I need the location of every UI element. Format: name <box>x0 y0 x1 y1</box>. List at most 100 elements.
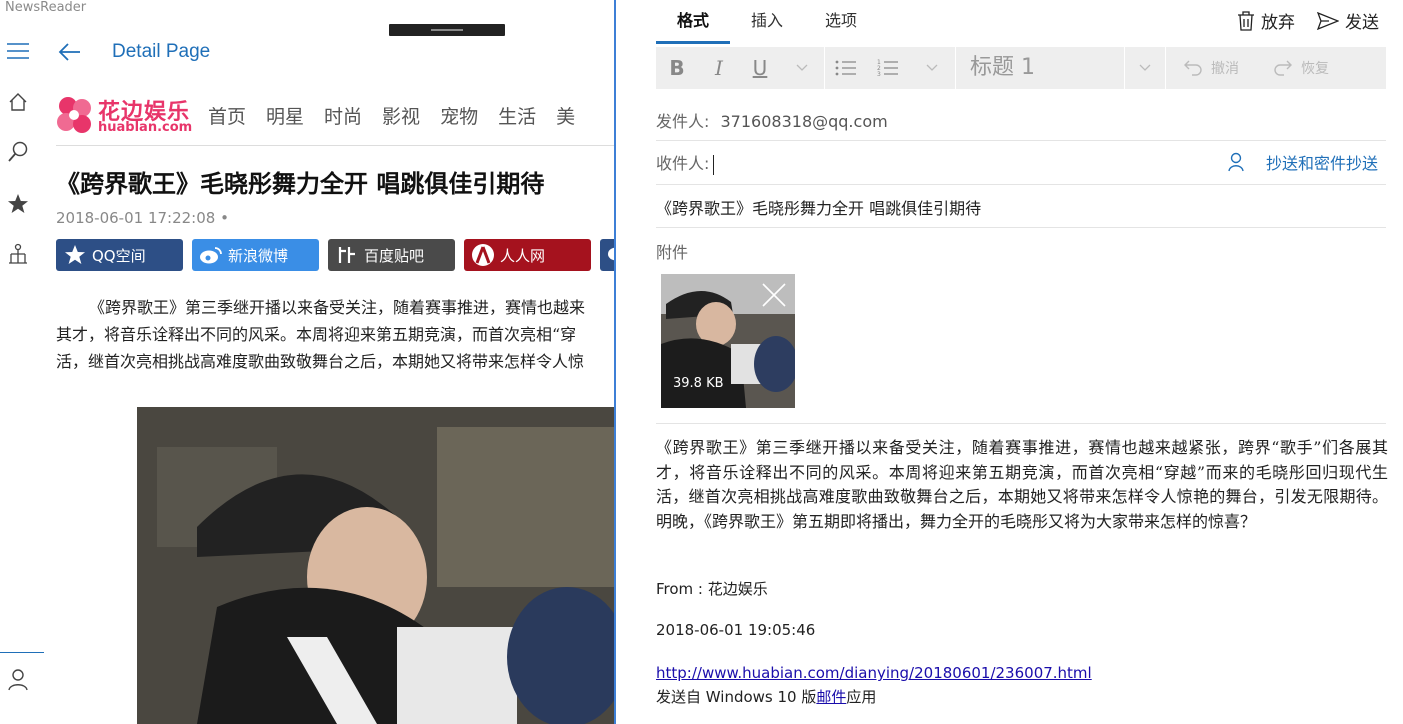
share-qzone-label: QQ空间 <box>92 246 146 265</box>
flower-logo-icon <box>57 97 91 133</box>
bulleted-list-icon[interactable] <box>825 47 867 89</box>
svg-text:3: 3 <box>877 71 881 78</box>
split-drag-handle[interactable] <box>389 24 505 36</box>
wechat-icon <box>606 244 614 266</box>
subject-field[interactable]: 《跨界歌王》毛晓彤舞力全开 唱跳俱佳引期待 <box>656 199 981 218</box>
site-nav-fashion[interactable]: 时尚 <box>324 102 362 129</box>
site-header: 花边娱乐 huablan.com 首页 明星 时尚 影视 宠物 生活 美 <box>56 92 614 146</box>
to-row: 收件人: 抄送和密件抄送 <box>656 150 1386 185</box>
text-caret <box>713 154 715 175</box>
article-paragraph-line: 活，继首次亮相挑战高难度歌曲致敬舞台之后，本期她又将带来怎样令人惊 <box>56 352 585 371</box>
share-weibo-button[interactable]: 新浪微博 <box>192 239 319 271</box>
site-nav-life[interactable]: 生活 <box>498 102 536 129</box>
account-icon[interactable] <box>0 662 36 698</box>
bold-button[interactable]: B <box>656 47 698 89</box>
message-body[interactable]: 《跨界歌王》第三季继开播以来备受关注，随着赛事推进，赛情也越来越紧张，跨界“歌手… <box>656 436 1388 534</box>
article-paragraph-line: 《跨界歌王》第三季继开播以来备受关注，随着赛事推进，赛情也越来 <box>89 298 586 317</box>
heading-style-select[interactable]: 标题 1 <box>970 52 1124 84</box>
nav-rail <box>0 36 44 724</box>
article-paragraph-line: 其才，将音乐诠释出不同的风采。本周将迎来第五期竞演，而首次亮相“穿 <box>56 325 577 344</box>
numbered-list-icon[interactable]: 123 <box>867 47 909 89</box>
undo-button[interactable]: 撤消 <box>1166 47 1256 89</box>
message-source: From : 花边娱乐 <box>656 580 768 598</box>
format-toolbar: B I U 123 标题 1 撤消 恢复 <box>656 47 1386 89</box>
font-options-chevron-down-icon[interactable] <box>780 47 824 89</box>
site-nav-stars[interactable]: 明星 <box>266 102 304 129</box>
mail-footer: 发送自 Windows 10 版邮件应用 <box>656 686 876 707</box>
settings-icon[interactable] <box>0 712 36 724</box>
share-wechat-button[interactable] <box>600 239 614 271</box>
tab-insert[interactable]: 插入 <box>730 10 804 44</box>
toolbar-separator <box>955 47 956 89</box>
huabian-logo[interactable]: 花边娱乐 huablan.com <box>56 94 196 140</box>
attachments-divider <box>656 423 1386 424</box>
from-label: 发件人: <box>656 112 710 131</box>
tab-options[interactable]: 选项 <box>804 10 878 44</box>
share-buttons: QQ空间 新浪微博 百度贴吧 人人网 <box>56 239 614 271</box>
site-nav-beauty[interactable]: 美 <box>556 102 575 129</box>
article-link[interactable]: http://www.huabian.com/dianying/20180601… <box>656 664 1092 682</box>
list-options-chevron-down-icon[interactable] <box>909 47 955 89</box>
brand-name-en: huablan.com <box>98 120 193 135</box>
mail-app-link[interactable]: 邮件 <box>816 688 846 706</box>
message-sent-time: 2018-06-01 19:05:46 <box>656 621 816 639</box>
discard-button[interactable]: 放弃 <box>1237 8 1295 33</box>
redo-icon <box>1273 59 1293 77</box>
share-qzone-button[interactable]: QQ空间 <box>56 239 183 271</box>
site-nav-film[interactable]: 影视 <box>382 102 420 129</box>
from-row: 发件人: 371608318@qq.com <box>656 108 1386 141</box>
from-field[interactable]: 371608318@qq.com <box>721 112 888 131</box>
redo-label: 恢复 <box>1301 61 1329 77</box>
hamburger-menu-icon[interactable] <box>0 33 36 69</box>
send-label: 发送 <box>1345 13 1379 33</box>
share-renren-button[interactable]: 人人网 <box>464 239 591 271</box>
back-arrow-icon[interactable] <box>52 37 86 67</box>
cc-bcc-label: 抄送和密件抄送 <box>1265 154 1378 173</box>
weibo-icon <box>198 244 224 266</box>
home-icon[interactable] <box>0 84 36 120</box>
send-button[interactable]: 发送 <box>1317 8 1379 33</box>
remove-attachment-close-icon[interactable] <box>761 282 787 312</box>
article-body: 《跨界歌王》第三季继开播以来备受关注，随着赛事推进，赛情也越来 其才，将音乐诠释… <box>56 294 614 375</box>
redo-button[interactable]: 恢复 <box>1256 47 1346 89</box>
share-tieba-button[interactable]: 百度贴吧 <box>328 239 455 271</box>
discard-label: 放弃 <box>1261 13 1295 33</box>
trash-icon <box>1237 10 1255 31</box>
attachments-label: 附件 <box>656 243 689 262</box>
search-icon[interactable] <box>0 134 36 170</box>
underline-button[interactable]: U <box>740 47 780 89</box>
italic-button[interactable]: I <box>698 47 740 89</box>
network-icon[interactable] <box>0 236 36 272</box>
undo-label: 撤消 <box>1211 61 1239 77</box>
page-title: Detail Page <box>112 41 211 62</box>
cc-bcc-button[interactable]: 抄送和密件抄送 <box>1228 150 1378 174</box>
share-tieba-label: 百度贴吧 <box>364 246 425 265</box>
page-header: Detail Page <box>52 36 210 68</box>
footer-suffix: 应用 <box>846 688 877 706</box>
share-renren-label: 人人网 <box>500 246 546 265</box>
renren-icon <box>470 244 496 266</box>
site-nav-home[interactable]: 首页 <box>208 102 246 129</box>
ribbon-tabs: 格式 插入 选项 <box>656 10 878 44</box>
compose-actions: 放弃 发送 <box>1215 8 1379 33</box>
app-title: NewsReader <box>5 0 87 15</box>
send-icon <box>1317 11 1339 30</box>
star-favorites-icon[interactable] <box>0 186 36 222</box>
article-title: 《跨界歌王》毛晓彤舞力全开 唱跳俱佳引期待 <box>56 170 545 198</box>
undo-icon <box>1183 59 1203 77</box>
attachment-thumbnail[interactable]: 39.8 KB <box>661 274 795 408</box>
subject-row: 《跨界歌王》毛晓彤舞力全开 唱跳俱佳引期待 <box>656 195 1386 228</box>
nav-separator <box>0 652 44 653</box>
article-date: 2018-06-01 17:22:08 • <box>56 209 229 227</box>
star-icon <box>62 244 88 266</box>
person-icon <box>1228 152 1244 172</box>
mail-compose-window: 格式 插入 选项 放弃 发送 B I U 123 标题 1 撤消 恢复 发件人:… <box>614 0 1403 724</box>
footer-prefix: 发送自 Windows 10 版 <box>656 688 817 706</box>
tieba-icon <box>334 244 360 266</box>
heading-chevron-down-icon[interactable] <box>1125 47 1165 89</box>
article-photo <box>137 407 614 724</box>
tab-format[interactable]: 格式 <box>656 10 731 44</box>
attachment-size: 39.8 KB <box>673 376 724 391</box>
site-nav: 首页 明星 时尚 影视 宠物 生活 美 <box>208 102 595 129</box>
site-nav-pets[interactable]: 宠物 <box>440 102 478 129</box>
